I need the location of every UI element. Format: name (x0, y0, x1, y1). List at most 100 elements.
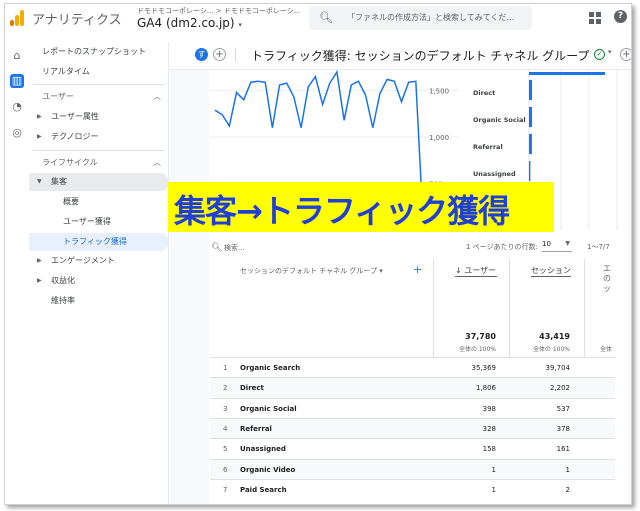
y-tick-label: 1,500 (429, 88, 449, 96)
row-sessions: 2,202 (549, 384, 570, 393)
cut-column-header[interactable]: エのッ (603, 264, 615, 294)
bar (529, 134, 532, 154)
nav-item-technology[interactable]: ▶ テクノロジー (29, 128, 169, 146)
table-search-input[interactable]: 検索... (224, 243, 245, 253)
row-index: 2 (223, 384, 228, 393)
sessions-column-header[interactable]: セッション (531, 265, 571, 276)
add-comparison-icon[interactable]: + (213, 48, 226, 61)
total-users-share: 全体の 100% (458, 346, 496, 353)
nav-section-user[interactable]: ユーザー ︿ (29, 88, 169, 106)
annotation-banner-text: 集客→トラフィック獲得 (174, 192, 510, 230)
avatar[interactable]: す (195, 48, 208, 61)
nav-subitem-overview[interactable]: 概要 (29, 193, 169, 211)
help-icon[interactable]: ? (614, 10, 627, 23)
table-row[interactable]: 6 Organic Video 1 1 (210, 458, 615, 479)
row-sessions: 161 (556, 445, 570, 454)
table-row[interactable]: 5 Unassigned 158 161 (210, 438, 615, 458)
chevron-up-icon: ︿ (153, 158, 161, 167)
bar (529, 161, 531, 181)
add-dimension-icon[interactable]: + (413, 263, 422, 276)
nav-item-retention[interactable]: 維持率 (29, 292, 169, 310)
icon-rail: ⌂ ▥ ◔ ◎ (5, 42, 27, 504)
chevron-down-icon: ▾ (238, 21, 242, 29)
column-underline (531, 276, 571, 277)
row-sessions: 1 (565, 465, 570, 474)
nav-item-label: テクノロジー (51, 132, 99, 141)
nav-section-lifecycle[interactable]: ライフサイクル ︿ (29, 154, 169, 172)
users-column-label: ユーザー (464, 266, 497, 275)
rows-per-page-label: 1 ページあたりの行数: (466, 243, 538, 251)
total-users: 37,780 (465, 332, 496, 341)
row-sessions: 537 (556, 404, 570, 413)
nav-item-acquisition[interactable]: ▼ 集客 (29, 173, 169, 191)
row-channel: Organic Social (240, 404, 297, 413)
users-column-header[interactable]: ↓ ユーザー (455, 265, 496, 276)
bar-category-label: Organic Social (473, 116, 526, 124)
row-users: 158 (482, 445, 496, 454)
row-users: 1,806 (475, 384, 496, 393)
row-channel: Direct (240, 384, 264, 393)
y-tick-label: 1,000 (429, 134, 449, 142)
apps-grid-icon[interactable] (589, 12, 601, 24)
nav-subitem-user-acquisition[interactable]: ユーザー獲得 (29, 213, 169, 231)
annotation-banner: 集客→トラフィック獲得 (168, 182, 554, 232)
search-icon: 🔍︎ (319, 11, 333, 24)
table-row[interactable]: 7 Paid Search 1 2 (210, 478, 615, 499)
nav-item-label: 収益化 (51, 276, 75, 285)
row-sessions: 39,704 (545, 364, 571, 372)
top-bar: アナリティクス ドモドモコーポレーシ... > ドモドモコーポレーシ... GA… (5, 4, 631, 42)
row-index: 4 (223, 424, 228, 433)
row-index: 1 (223, 364, 228, 372)
column-separator (509, 258, 510, 358)
dimension-header[interactable]: セッションのデフォルト チャネル グループ ▾ (240, 266, 383, 276)
home-icon[interactable]: ⌂ (10, 49, 24, 63)
column-separator (433, 258, 434, 358)
analytics-logo-icon[interactable] (10, 10, 24, 26)
property-breadcrumb[interactable]: ドモドモコーポレーシ... > ドモドモコーポレーシ... (137, 6, 300, 16)
sort-arrow-icon: ↓ (455, 266, 465, 275)
total-cut-share: 全体 (600, 346, 613, 353)
row-channel: Paid Search (240, 485, 287, 494)
table-row[interactable]: 2 Direct 1,806 2,202 (210, 377, 615, 398)
row-channel: Organic Video (240, 465, 296, 474)
row-users: 398 (482, 404, 496, 413)
search-icon[interactable]: 🔍︎ (211, 243, 222, 253)
nav-item-monetization[interactable]: ▶ 収益化 (29, 272, 169, 290)
nav-item-label: 集客 (51, 177, 67, 186)
property-selector[interactable]: GA4 (dm2.co.jp) ▾ (137, 16, 242, 30)
add-icon[interactable]: + (620, 48, 631, 61)
column-separator (584, 258, 585, 358)
nav-subitem-traffic-acquisition[interactable]: トラフィック獲得 (29, 233, 169, 251)
bar-category-label: Direct (473, 89, 495, 97)
app-title: アナリティクス (32, 13, 122, 28)
total-sessions-share: 全体の 100% (532, 346, 570, 353)
chevron-down-icon[interactable]: ▾ (608, 48, 612, 56)
table-row[interactable]: 4 Referral 328 378 (210, 417, 615, 438)
caret-right-icon: ▶ (37, 277, 42, 284)
row-channel: Unassigned (240, 445, 286, 454)
report-navigation: レポートのスナップショット リアルタイム ユーザー ︿ ▶ ユーザー属性 ▶ テ… (29, 42, 169, 504)
caret-right-icon: ▶ (37, 257, 42, 264)
check-circle-icon[interactable]: ✓ (594, 49, 605, 60)
property-name: GA4 (dm2.co.jp) (137, 16, 235, 30)
pagination: 1〜7/7 (587, 243, 610, 251)
rows-per-page-select[interactable]: 10 ▼ (542, 240, 572, 252)
advertising-icon[interactable]: ◎ (10, 126, 24, 140)
row-index: 3 (223, 404, 228, 413)
rows-per-page-value: 10 (542, 240, 551, 248)
nav-realtime[interactable]: リアルタイム (29, 63, 169, 81)
explore-icon[interactable]: ◔ (10, 100, 24, 114)
nav-item-demographics[interactable]: ▶ ユーザー属性 (29, 108, 169, 126)
caret-right-icon: ▶ (37, 113, 42, 120)
nav-section-lifecycle-label: ライフサイクル (42, 158, 98, 167)
search-bar[interactable]: 🔍︎ 「ファネルの作成方法」と検索してみてくだ... (309, 6, 532, 30)
table-row[interactable]: 1 Organic Search 35,369 39,704 (210, 357, 615, 377)
nav-snapshot[interactable]: レポートのスナップショット (29, 43, 169, 61)
header-divider (235, 48, 236, 62)
row-users: 35,369 (471, 364, 497, 372)
nav-divider (33, 84, 165, 85)
table-row[interactable]: 3 Organic Social 398 537 (210, 397, 615, 418)
reports-icon[interactable]: ▥ (10, 74, 24, 88)
bar (529, 80, 532, 100)
nav-item-engagement[interactable]: ▶ エンゲージメント (29, 252, 169, 270)
